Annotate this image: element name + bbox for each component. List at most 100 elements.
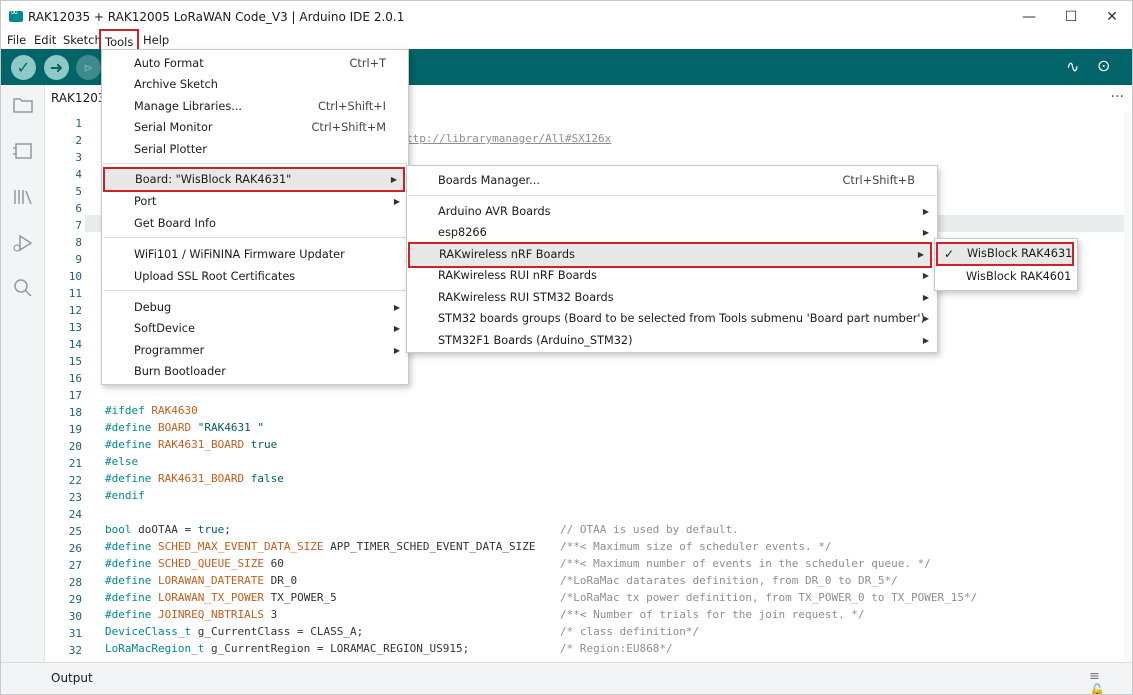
chevron-right-icon: ▶	[393, 197, 400, 206]
tools-menu-item-programmer[interactable]: Programmer ▶	[102, 340, 408, 361]
line-number: 4	[75, 168, 82, 181]
menu-item-label: Boards Manager...	[438, 174, 540, 187]
line-number: 26	[68, 542, 82, 555]
code-line: bool doOTAA = true;	[105, 523, 231, 536]
boards-menu-item-rakwireless-rui-stm32-boards[interactable]: RAKwireless RUI STM32 Boards ▶	[407, 287, 937, 308]
tools-menu-item-archive-sketch[interactable]: Archive Sketch	[102, 74, 408, 95]
debug-icon[interactable]	[11, 233, 35, 257]
menu-item-label: Arduino AVR Boards	[438, 205, 551, 218]
line-number: 10	[68, 270, 82, 283]
upload-button[interactable]: ➜	[44, 55, 69, 80]
line-number: 24	[68, 508, 82, 521]
menu-item-label: Burn Bootloader	[134, 365, 226, 378]
search-icon[interactable]	[11, 278, 35, 302]
line-number: 31	[68, 627, 82, 640]
output-toolbar-icons[interactable]: ≡ 🔓	[1089, 669, 1132, 694]
maximize-button[interactable]: ☐	[1053, 5, 1089, 29]
line-number-gutter: 1 2 3 4 5 6 7 8 9 10 11 12 13 14 15 16 17 18 19 20 21 22 23 24 2…	[45, 113, 85, 662]
arduino-logo-icon	[9, 7, 23, 22]
code-line: #define RAK4631_BOARD true	[105, 438, 278, 451]
boards-menu-item-rakwireless-rui-nrf-boards[interactable]: RAKwireless RUI nRF Boards ▶	[407, 265, 937, 286]
boards-manager-icon[interactable]	[11, 141, 35, 165]
boards-menu-item-stm32-boards-groups-board-to-be-selected[interactable]: STM32 boards groups (Board to be selecte…	[407, 308, 937, 329]
title-bar: RAK12035 + RAK12005 LoRaWAN Code_V3 | Ar…	[1, 1, 1132, 32]
menu-tools[interactable]: Tools	[99, 29, 140, 51]
tools-menu-item-softdevice[interactable]: SoftDevice ▶	[102, 318, 408, 339]
menu-separator	[103, 290, 407, 291]
chevron-right-icon: ▶	[393, 346, 400, 355]
line-number: 1	[75, 117, 82, 130]
tools-menu-item-serial-plotter[interactable]: Serial Plotter	[102, 139, 408, 160]
menu-item-label: RAKwireless RUI STM32 Boards	[438, 291, 614, 304]
code-line: #ifdef RAK4630	[105, 404, 198, 417]
check-icon: ✓	[944, 247, 955, 261]
serial-monitor-icon[interactable]: ⊙	[1097, 56, 1110, 75]
boards-menu-item-esp8266[interactable]: esp8266 ▶	[407, 222, 937, 243]
tools-menu-item-board-wisblock-rak4631[interactable]: Board: "WisBlock RAK4631" ▶	[103, 167, 405, 192]
menu-item-label: Serial Plotter	[134, 143, 207, 156]
code-comment: /**< Maximum size of scheduler events. *…	[560, 540, 832, 553]
library-url-comment[interactable]: ttp://librarymanager/All#SX126x	[406, 130, 611, 147]
editor-scrollbar[interactable]	[1124, 113, 1132, 662]
line-number: 6	[75, 202, 82, 215]
menu-item-shortcut: Ctrl+Shift+B	[842, 174, 915, 187]
output-tab[interactable]: Output	[51, 671, 93, 685]
line-number: 9	[75, 253, 82, 266]
tools-menu-item-auto-format[interactable]: Auto Format Ctrl+T	[102, 53, 408, 74]
tools-menu: Auto Format Ctrl+T Archive Sketch Manage Li…	[101, 49, 409, 385]
boards-menu-item-stm32f1-boards-arduino-stm32[interactable]: STM32F1 Boards (Arduino_STM32) ▶	[407, 330, 937, 351]
chevron-right-icon: ▶	[922, 228, 929, 237]
menu-item-label: WisBlock RAK4631	[967, 247, 1073, 260]
menu-item-label: Port	[134, 195, 157, 208]
tools-menu-item-manage-libraries[interactable]: Manage Libraries... Ctrl+Shift+I	[102, 96, 408, 117]
menu-item-label: Get Board Info	[134, 217, 216, 230]
code-comment: /**< Maximum number of events in the sch…	[560, 557, 931, 570]
code-comment: // OTAA is used by default.	[560, 523, 739, 536]
tools-menu-item-upload-ssl-root-certificates[interactable]: Upload SSL Root Certificates	[102, 266, 408, 287]
menu-file[interactable]: File	[4, 32, 29, 49]
tools-menu-item-port[interactable]: Port ▶	[102, 191, 408, 212]
boards-menu-item-boards-manager[interactable]: Boards Manager... Ctrl+Shift+B	[407, 170, 937, 191]
close-button[interactable]: ✕	[1094, 5, 1130, 29]
line-number: 12	[68, 304, 82, 317]
minimize-button[interactable]: —	[1011, 5, 1047, 29]
board-option-wisblock-rak4601[interactable]: WisBlock RAK4601	[935, 266, 1077, 287]
line-number: 7	[75, 219, 82, 232]
library-icon[interactable]	[11, 187, 35, 211]
tools-menu-item-get-board-info[interactable]: Get Board Info	[102, 213, 408, 234]
menu-bar: File Edit Sketch Tools Help	[1, 29, 1132, 51]
menu-item-label: Upload SSL Root Certificates	[134, 270, 296, 283]
tools-menu-item-wifi101-wifinina-firmware-updater[interactable]: WiFi101 / WiFiNINA Firmware Updater	[102, 244, 408, 265]
tools-menu-item-debug[interactable]: Debug ▶	[102, 297, 408, 318]
line-number: 13	[68, 321, 82, 334]
serial-plotter-icon[interactable]: ∿	[1066, 57, 1079, 76]
verify-button[interactable]: ✓	[11, 55, 36, 80]
menu-help[interactable]: Help	[140, 32, 172, 49]
more-actions-icon[interactable]: ···	[1111, 89, 1124, 105]
folder-icon[interactable]	[11, 95, 35, 119]
menu-separator	[103, 237, 407, 238]
line-number: 32	[68, 644, 82, 657]
debug-button[interactable]: ⊳	[76, 55, 101, 80]
chevron-right-icon: ▶	[922, 314, 929, 323]
menu-item-label: SoftDevice	[134, 322, 195, 335]
line-number: 29	[68, 593, 82, 606]
boards-menu-item-arduino-avr-boards[interactable]: Arduino AVR Boards ▶	[407, 201, 937, 222]
menu-item-label: Programmer	[134, 344, 205, 357]
line-number: 17	[68, 389, 82, 402]
code-line: #define LORAWAN_TX_POWER TX_POWER_5	[105, 591, 337, 604]
menu-edit[interactable]: Edit	[31, 32, 59, 49]
chevron-right-icon: ▶	[922, 336, 929, 345]
line-number: 2	[75, 134, 82, 147]
menu-item-label: STM32 boards groups (Board to be selecte…	[438, 312, 925, 325]
menu-item-label: WisBlock RAK4601	[966, 270, 1072, 283]
line-number: 11	[68, 287, 82, 300]
code-comment: /**< Number of trials for the join reque…	[560, 608, 865, 621]
tools-menu-item-burn-bootloader[interactable]: Burn Bootloader	[102, 361, 408, 382]
menu-item-shortcut: Ctrl+T	[349, 57, 386, 70]
chevron-right-icon: ▶	[922, 271, 929, 280]
board-option-wisblock-rak4631[interactable]: ✓ WisBlock RAK4631	[936, 242, 1074, 266]
ide-window: RAK12035 + RAK12005 LoRaWAN Code_V3 | Ar…	[0, 0, 1133, 695]
tools-menu-item-serial-monitor[interactable]: Serial Monitor Ctrl+Shift+M	[102, 117, 408, 138]
code-comment: /*LoRaMac datarates definition, from DR_…	[560, 574, 898, 587]
